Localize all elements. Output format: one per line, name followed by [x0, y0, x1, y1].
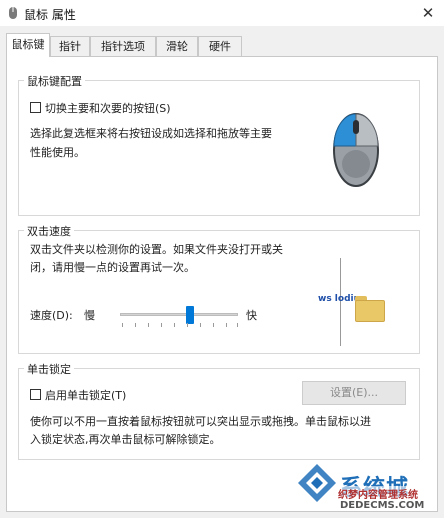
speed-fast-label: 快	[246, 309, 257, 322]
double-click-legend: 双击速度	[24, 223, 74, 239]
slider-tick	[148, 323, 149, 327]
slider-tick	[187, 323, 188, 327]
slider-tick	[226, 323, 227, 327]
tab-pointer-options[interactable]: 指针选项	[90, 36, 156, 56]
click-lock-settings-button[interactable]: 设置(E)...	[302, 381, 406, 405]
slider-tick	[200, 323, 201, 327]
slider-tick	[213, 323, 214, 327]
slider-tick	[135, 323, 136, 327]
watermark-sub-text: 织梦内容管理系统	[338, 486, 418, 501]
mouse-app-icon	[9, 7, 17, 19]
click-lock-checkbox[interactable]	[30, 389, 41, 400]
double-click-description-2: 闭，请用慢一点的设置再试一次。	[30, 261, 195, 274]
slider-tick	[122, 323, 123, 327]
slider-tick	[174, 323, 175, 327]
window-title: 鼠标 属性	[24, 8, 76, 22]
mouse-icon	[333, 113, 379, 187]
close-button[interactable]: ✕	[416, 2, 440, 24]
tab-pointers[interactable]: 指针	[50, 36, 90, 56]
watermark-url-text: DEDECMS.COM	[340, 500, 425, 511]
slider-tick	[237, 323, 238, 327]
watermark-logo-icon	[298, 464, 336, 502]
click-lock-description-1: 使你可以不用一直按着鼠标按钮就可以突出显示或拖拽。单击鼠标以进	[30, 415, 371, 428]
tab-hardware[interactable]: 硬件	[198, 36, 242, 56]
click-lock-label[interactable]: 启用单击锁定(T)	[45, 387, 126, 403]
click-lock-description-2: 入锁定状态,再次单击鼠标可解除锁定。	[30, 433, 221, 446]
speed-label: 速度(D):	[30, 309, 73, 322]
title-bar: 鼠标 属性 ✕	[0, 0, 444, 26]
double-click-description-1: 双击文件夹以检测你的设置。如果文件夹没打开或关	[30, 243, 283, 256]
button-config-legend: 鼠标键配置	[24, 73, 85, 89]
button-config-description-1: 选择此复选框来将右按钮设成如选择和拖放等主要	[30, 127, 272, 140]
speed-slow-label: 慢	[84, 309, 95, 322]
tab-buttons[interactable]: 鼠标键	[6, 33, 50, 57]
button-config-description-2: 性能使用。	[30, 146, 85, 159]
tab-wheel[interactable]: 滑轮	[156, 36, 198, 56]
test-overlay-text: ws lodiu	[318, 294, 361, 304]
switch-buttons-checkbox[interactable]	[30, 102, 41, 113]
switch-buttons-label[interactable]: 切换主要和次要的按钮(S)	[45, 100, 171, 116]
speed-slider-thumb[interactable]	[186, 306, 194, 324]
speed-slider-track[interactable]	[120, 313, 238, 316]
folder-icon[interactable]	[355, 300, 385, 322]
click-lock-legend: 单击锁定	[24, 361, 74, 377]
slider-tick	[161, 323, 162, 327]
